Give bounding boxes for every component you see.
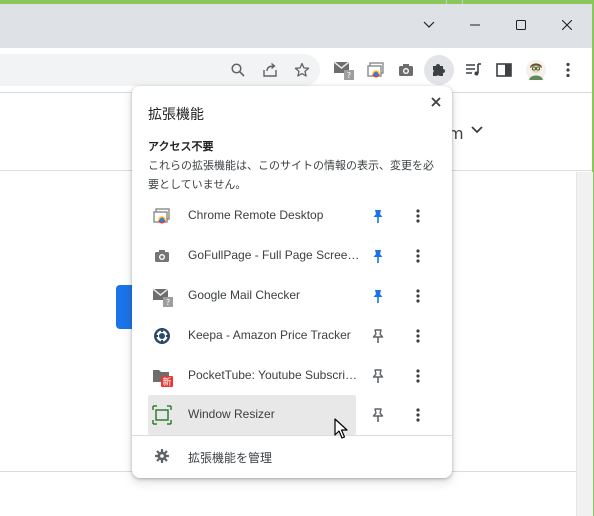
camera-icon[interactable] — [394, 58, 418, 82]
popup-title: 拡張機能 — [148, 107, 204, 123]
pin-outline-icon[interactable] — [370, 328, 386, 344]
title-bar — [0, 4, 592, 48]
manage-extensions-button[interactable]: 拡張機能を管理 — [148, 441, 436, 471]
page-scrollbar[interactable] — [576, 172, 593, 516]
window-resizer-icon — [152, 405, 172, 425]
extensions-puzzle-icon[interactable] — [427, 58, 451, 82]
mouse-cursor-icon — [334, 418, 348, 439]
extension-name: Google Mail Checker — [188, 288, 301, 302]
camera-icon — [152, 246, 172, 266]
extension-row-gofullpage[interactable]: GoFullPage - Full Page Screen… — [148, 236, 436, 276]
pin-outline-icon[interactable] — [370, 407, 386, 423]
popup-close-button[interactable] — [426, 92, 446, 112]
extension-name: Keepa - Amazon Price Tracker — [188, 328, 351, 342]
maximize-icon — [516, 20, 526, 30]
pin-icon[interactable] — [370, 248, 386, 264]
gmail-badge: ? — [347, 71, 351, 80]
chevron-down-icon — [423, 21, 435, 28]
chrome-remote-desktop-icon[interactable] — [364, 58, 388, 82]
more-vert-icon[interactable] — [410, 368, 426, 384]
keepa-icon — [152, 326, 172, 346]
more-vert-icon[interactable] — [410, 288, 426, 304]
pin-icon[interactable] — [370, 288, 386, 304]
page-chevron-down-icon — [471, 126, 483, 134]
minimize-icon — [470, 24, 480, 26]
extension-row-google-mail-checker[interactable]: ? Google Mail Checker — [148, 276, 436, 316]
close-window-button[interactable] — [544, 10, 590, 40]
tab-search-button[interactable] — [406, 10, 452, 40]
gear-icon — [154, 448, 170, 464]
extension-name: GoFullPage - Full Page Screen… — [188, 248, 360, 262]
extension-row-window-resizer[interactable]: Window Resizer — [148, 395, 436, 435]
more-vert-icon[interactable] — [410, 328, 426, 344]
pockettube-icon: 新 — [152, 366, 173, 388]
gmail-badge: ? — [166, 298, 170, 307]
manage-extensions-label: 拡張機能を管理 — [188, 451, 273, 465]
extensions-menu: 拡張機能 アクセス不要 これらの拡張機能は、このサイトの情報の表示、変更を必要と… — [132, 86, 452, 478]
minimize-button[interactable] — [452, 10, 498, 40]
more-vert-icon[interactable] — [410, 407, 426, 423]
pockettube-badge: 新 — [162, 376, 171, 388]
search-icon[interactable] — [226, 58, 250, 82]
maximize-button[interactable] — [498, 10, 544, 40]
share-icon[interactable] — [258, 58, 282, 82]
gmail-checker-icon[interactable]: ? — [332, 58, 356, 82]
popup-divider — [132, 435, 452, 436]
close-icon — [562, 20, 572, 30]
gmail-checker-icon: ? — [152, 286, 173, 307]
extension-name: PocketTube: Youtube Subscrip… — [188, 368, 360, 382]
more-vert-icon[interactable] — [410, 248, 426, 264]
close-icon — [431, 97, 441, 107]
extension-name: Chrome Remote Desktop — [188, 208, 324, 222]
side-panel-icon[interactable] — [492, 58, 516, 82]
profile-avatar[interactable] — [524, 58, 548, 82]
chrome-remote-desktop-icon — [152, 206, 172, 226]
extension-row-keepa[interactable]: Keepa - Amazon Price Tracker — [148, 316, 436, 356]
pin-icon[interactable] — [370, 208, 386, 224]
star-icon[interactable] — [290, 58, 314, 82]
section-heading: アクセス不要 — [148, 140, 214, 153]
pin-outline-icon[interactable] — [370, 368, 386, 384]
extension-row-chrome-remote-desktop[interactable]: Chrome Remote Desktop — [148, 196, 436, 236]
extension-row-pockettube[interactable]: 新 PocketTube: Youtube Subscrip… — [148, 356, 436, 396]
media-queue-icon[interactable] — [462, 58, 486, 82]
section-description: これらの拡張機能は、このサイトの情報の表示、変更を必要としていません。 — [148, 159, 434, 191]
more-vert-icon[interactable] — [556, 58, 580, 82]
more-vert-icon[interactable] — [410, 208, 426, 224]
